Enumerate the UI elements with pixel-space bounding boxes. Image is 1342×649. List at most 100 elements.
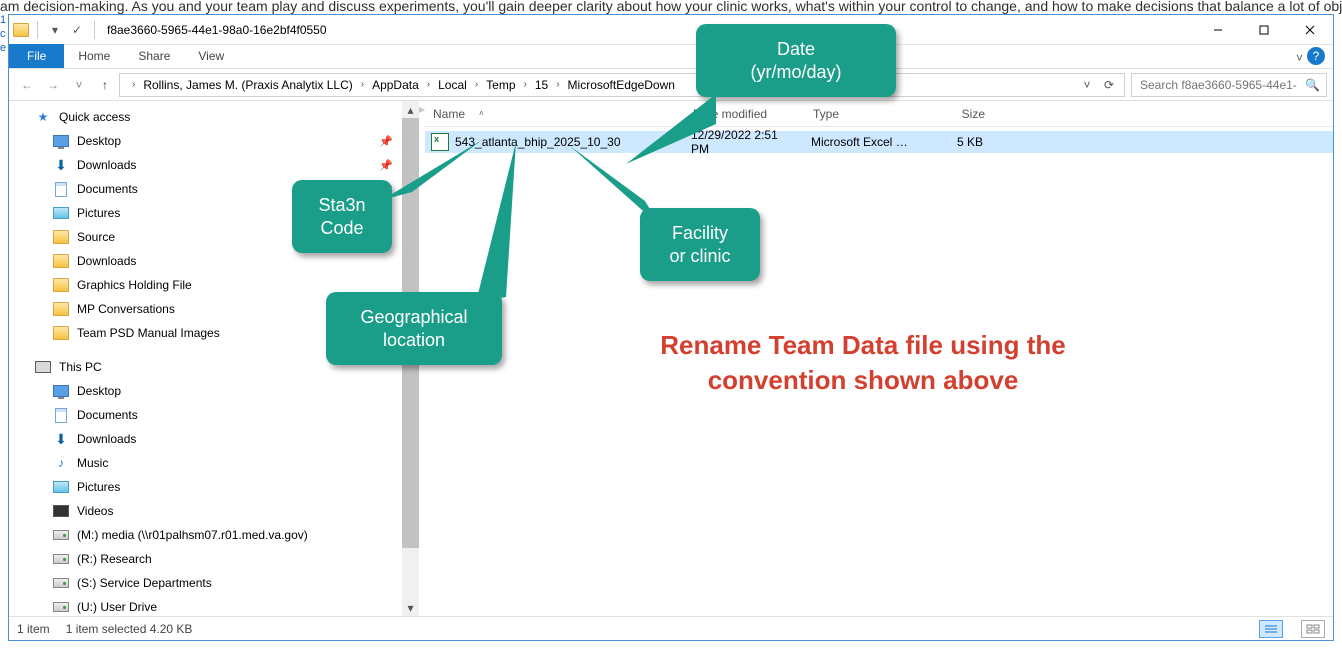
status-count: 1 item <box>17 622 50 636</box>
sidebar-item[interactable]: (R:) Research <box>9 547 419 571</box>
window-title: f8ae3660-5965-44e1-98a0-16e2bf4f0550 <box>107 23 327 37</box>
status-bar: 1 item 1 item selected 4.20 KB <box>9 616 1333 640</box>
folder-icon <box>53 325 69 341</box>
page-left-slice: 1ce <box>0 14 8 641</box>
sidebar-item-label: Pictures <box>77 206 120 220</box>
folder-icon <box>53 253 69 269</box>
video-icon <box>53 503 69 519</box>
col-type[interactable]: Type <box>805 107 923 121</box>
sidebar-item-label: Videos <box>77 504 113 518</box>
view-details-button[interactable] <box>1259 620 1283 638</box>
forward-button[interactable]: → <box>41 73 65 97</box>
doc-icon <box>53 181 69 197</box>
pic-icon <box>53 479 69 495</box>
sidebar-item-label: Team PSD Manual Images <box>77 326 220 340</box>
callout-sta3n: Sta3n Code <box>292 180 392 253</box>
search-input[interactable] <box>1138 77 1299 93</box>
help-icon[interactable]: ? <box>1307 47 1325 65</box>
chevron-right-icon[interactable]: › <box>130 79 137 90</box>
sidebar-item-label: Downloads <box>77 432 136 446</box>
status-selection: 1 item selected 4.20 KB <box>66 622 193 636</box>
up-button[interactable]: ↑ <box>93 73 117 97</box>
quick-access-label: Quick access <box>59 110 130 124</box>
titlebar: ▾ ✓ f8ae3660-5965-44e1-98a0-16e2bf4f0550 <box>9 15 1333 45</box>
column-headers: Name ˄ Date modified Type Size <box>425 101 1333 127</box>
sort-asc-icon: ˄ <box>479 109 484 118</box>
address-bar[interactable]: › Rollins, James M. (Praxis Analytix LLC… <box>119 73 1125 97</box>
star-icon: ★ <box>35 109 51 125</box>
instruction-text: Rename Team Data file using the conventi… <box>628 328 1098 398</box>
file-row[interactable]: 543_atlanta_bhip_2025_10_3012/29/2022 2:… <box>425 131 1333 153</box>
sidebar-item[interactable]: Desktop📌 <box>9 129 419 153</box>
drive-icon <box>53 575 69 591</box>
view-large-icons-button[interactable] <box>1301 620 1325 638</box>
sidebar-item[interactable]: Pictures <box>9 475 419 499</box>
chevron-right-icon[interactable]: › <box>425 79 432 90</box>
scroll-up-icon[interactable]: ▴ <box>402 101 419 118</box>
pc-icon <box>35 359 51 375</box>
pic-icon <box>53 205 69 221</box>
ribbon: File Home Share View ˅ ? <box>9 45 1333 69</box>
sidebar-item[interactable]: (M:) media (\\r01palhsm07.r01.med.va.gov… <box>9 523 419 547</box>
drive-icon <box>53 599 69 615</box>
callout-sta3n-text: Sta3n Code <box>318 195 365 238</box>
sidebar-item-label: (S:) Service Departments <box>77 576 212 590</box>
chevron-right-icon[interactable]: › <box>522 79 529 90</box>
sidebar-item[interactable]: Videos <box>9 499 419 523</box>
tab-home[interactable]: Home <box>64 44 124 68</box>
ribbon-collapse-icon[interactable]: ˅ <box>1296 51 1303 65</box>
recent-dropdown-icon[interactable]: ˅ <box>67 73 91 97</box>
sidebar-item-label: Downloads <box>77 158 136 172</box>
callout-facility: Facility or clinic <box>640 208 760 281</box>
sidebar-item-label: Pictures <box>77 480 120 494</box>
sidebar-item-label: Documents <box>77 408 138 422</box>
sidebar-item-label: Desktop <box>77 384 121 398</box>
folder-icon <box>53 277 69 293</box>
sidebar-item[interactable]: (U:) User Drive <box>9 595 419 616</box>
folder-icon <box>13 23 29 37</box>
sidebar-item[interactable]: ⬇Downloads📌 <box>9 153 419 177</box>
callout-geo-text: Geographical location <box>360 307 467 350</box>
sidebar-item-label: (U:) User Drive <box>77 600 157 614</box>
tab-share[interactable]: Share <box>124 44 184 68</box>
qat-dropdown-icon[interactable]: ▾ <box>46 21 64 39</box>
minimize-button[interactable] <box>1195 15 1241 45</box>
crumb[interactable]: Temp <box>480 78 521 92</box>
sidebar-item[interactable]: ♪Music <box>9 451 419 475</box>
scroll-down-icon[interactable]: ▾ <box>402 599 419 616</box>
sidebar-item[interactable]: Documents <box>9 403 419 427</box>
refresh-icon[interactable]: ⟳ <box>1100 78 1118 92</box>
desktop-icon <box>53 133 69 149</box>
callout-date: Date (yr/mo/day) <box>696 24 896 97</box>
address-dropdown-icon[interactable]: ˅ <box>1078 78 1096 92</box>
qat-check-icon[interactable]: ✓ <box>68 21 86 39</box>
file-tab[interactable]: File <box>9 44 64 68</box>
quick-access[interactable]: ★ Quick access <box>9 105 419 129</box>
col-size[interactable]: Size <box>923 107 993 121</box>
sidebar-item-label: (M:) media (\\r01palhsm07.r01.med.va.gov… <box>77 528 308 542</box>
sidebar-item[interactable]: (S:) Service Departments <box>9 571 419 595</box>
crumb[interactable]: Local <box>432 78 473 92</box>
crumb[interactable]: Rollins, James M. (Praxis Analytix LLC) <box>137 78 358 92</box>
down-icon: ⬇ <box>53 431 69 447</box>
down-icon: ⬇ <box>53 157 69 173</box>
tab-view[interactable]: View <box>184 44 238 68</box>
chevron-right-icon[interactable]: › <box>473 79 480 90</box>
crumb[interactable]: AppData <box>366 78 425 92</box>
crumb[interactable]: MicrosoftEdgeDown <box>562 78 681 92</box>
sidebar-item-label: Downloads <box>77 254 136 268</box>
chevron-right-icon[interactable]: › <box>359 79 366 90</box>
callout-geo: Geographical location <box>326 292 502 365</box>
sidebar-item[interactable]: Desktop <box>9 379 419 403</box>
sidebar-item-label: (R:) Research <box>77 552 152 566</box>
sidebar-item[interactable]: ⬇ Downloads <box>9 427 419 451</box>
chevron-right-icon[interactable]: › <box>554 79 561 90</box>
search-box[interactable]: 🔍 <box>1131 73 1327 97</box>
close-button[interactable] <box>1287 15 1333 45</box>
maximize-button[interactable] <box>1241 15 1287 45</box>
callout-date-text: Date (yr/mo/day) <box>750 39 841 82</box>
crumb[interactable]: 15 <box>529 78 554 92</box>
back-button[interactable]: ← <box>15 73 39 97</box>
doc-icon <box>53 407 69 423</box>
sidebar-item-label: Music <box>77 456 108 470</box>
